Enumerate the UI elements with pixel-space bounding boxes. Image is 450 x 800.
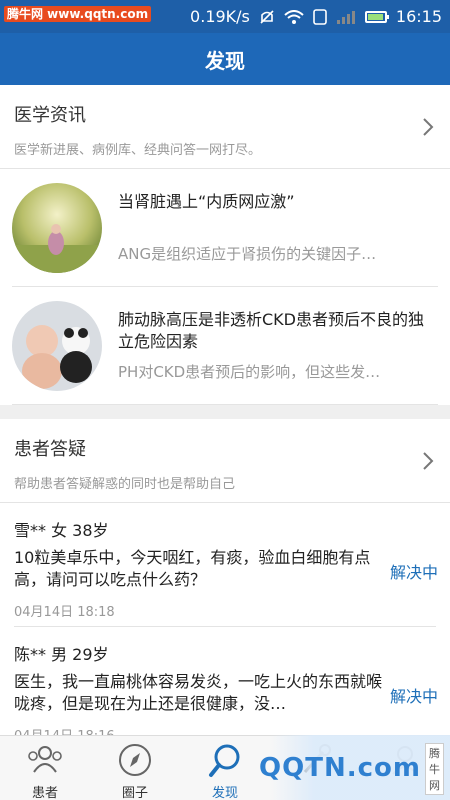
question-time: 04月14日 18:18 — [14, 605, 115, 620]
tab-patients[interactable]: 患者 — [0, 736, 90, 800]
compass-icon — [119, 744, 151, 776]
status-bar: 腾牛网 www.qqtn.com 0.19K/s 16:15 — [0, 0, 450, 33]
page-title: 发现 — [205, 48, 245, 73]
status-label: 解决中 — [389, 563, 438, 582]
patients-icon — [28, 746, 62, 773]
page-title-bar: 发现 — [0, 33, 450, 85]
question-text: 医生，我一直扁桃体容易发炎，一吃上火的东西就喉咙疼，但是现在为止还是很健康，没… — [14, 672, 383, 713]
tab-discover[interactable]: 发现 — [180, 736, 270, 800]
mute-icon — [260, 9, 274, 24]
clock: 16:15 — [395, 7, 442, 26]
sim-icon — [313, 8, 327, 25]
article-title: 当肾脏遇上“内质网应激” — [118, 192, 295, 211]
article-item[interactable]: 肺动脉高压是非透析CKD患者预后不良的独立危险因素 PH对CKD患者预后的影响，… — [12, 287, 438, 405]
patient-qa-header[interactable]: 患者答疑 帮助患者答疑解惑的同时也是帮助自己 — [0, 419, 450, 503]
watermark-text: QQTN.com — [259, 752, 421, 783]
patient-info: 雪** 女 38岁 — [14, 521, 109, 540]
network-speed: 0.19K/s — [190, 7, 250, 26]
tab-circles[interactable]: 圈子 — [90, 736, 180, 800]
question-text: 10粒美卓乐中，今天咽红，有痰，验血白细胞有点高，请问可以吃点什么药？ — [14, 548, 371, 589]
wifi-icon — [284, 9, 304, 24]
article-summary: ANG是组织适应于肾损伤的关键因子… — [118, 245, 377, 263]
chevron-right-icon — [423, 118, 434, 136]
watermark-corner: QQTN.com 腾牛网 — [259, 735, 450, 800]
medical-news-header[interactable]: 医学资讯 医学新进展、病例库、经典问答一网打尽。 — [0, 85, 450, 169]
article-title: 肺动脉高压是非透析CKD患者预后不良的独立危险因素 — [118, 310, 424, 351]
tab-label: 圈子 — [121, 786, 148, 800]
tab-label: 发现 — [211, 786, 238, 800]
main-content[interactable]: 医学资讯 医学新进展、病例库、经典问答一网打尽。 当肾脏遇上“内质网应激” AN… — [0, 85, 450, 735]
battery-icon — [364, 10, 389, 23]
watermark-logo: 腾牛网 www.qqtn.com — [4, 5, 152, 22]
question-item[interactable]: 陈** 男 29岁 医生，我一直扁桃体容易发炎，一吃上火的东西就喉咙疼，但是现在… — [14, 627, 438, 735]
watermark-badge: 腾牛网 — [425, 743, 444, 795]
bottom-tab-bar: 患者 圈子 发现 QQTN.com 腾牛网 — [0, 735, 450, 800]
question-time: 04月14日 18:16 — [14, 725, 115, 735]
article-summary: PH对CKD患者预后的影响，但这些发… — [118, 363, 381, 381]
section-divider — [0, 405, 450, 419]
section-title: 患者答疑 — [14, 439, 86, 460]
search-icon — [209, 744, 240, 777]
article-thumbnail — [12, 183, 102, 273]
status-label: 解决中 — [389, 687, 438, 706]
signal-icon — [336, 10, 355, 24]
patient-info: 陈** 男 29岁 — [14, 645, 109, 664]
section-subtitle: 医学新进展、病例库、经典问答一网打尽。 — [14, 143, 262, 158]
chevron-right-icon — [423, 452, 434, 470]
article-item[interactable]: 当肾脏遇上“内质网应激” ANG是组织适应于肾损伤的关键因子… — [12, 169, 438, 287]
section-title: 医学资讯 — [14, 105, 86, 126]
tab-label: 患者 — [31, 786, 58, 800]
section-subtitle: 帮助患者答疑解惑的同时也是帮助自己 — [14, 477, 236, 492]
status-icons: 0.19K/s 16:15 — [190, 0, 442, 33]
watermark-text: 腾牛网 www.qqtn.com — [4, 6, 152, 22]
question-item[interactable]: 雪** 女 38岁 10粒美卓乐中，今天咽红，有痰，验血白细胞有点高，请问可以吃… — [14, 503, 438, 627]
article-thumbnail — [12, 301, 102, 391]
